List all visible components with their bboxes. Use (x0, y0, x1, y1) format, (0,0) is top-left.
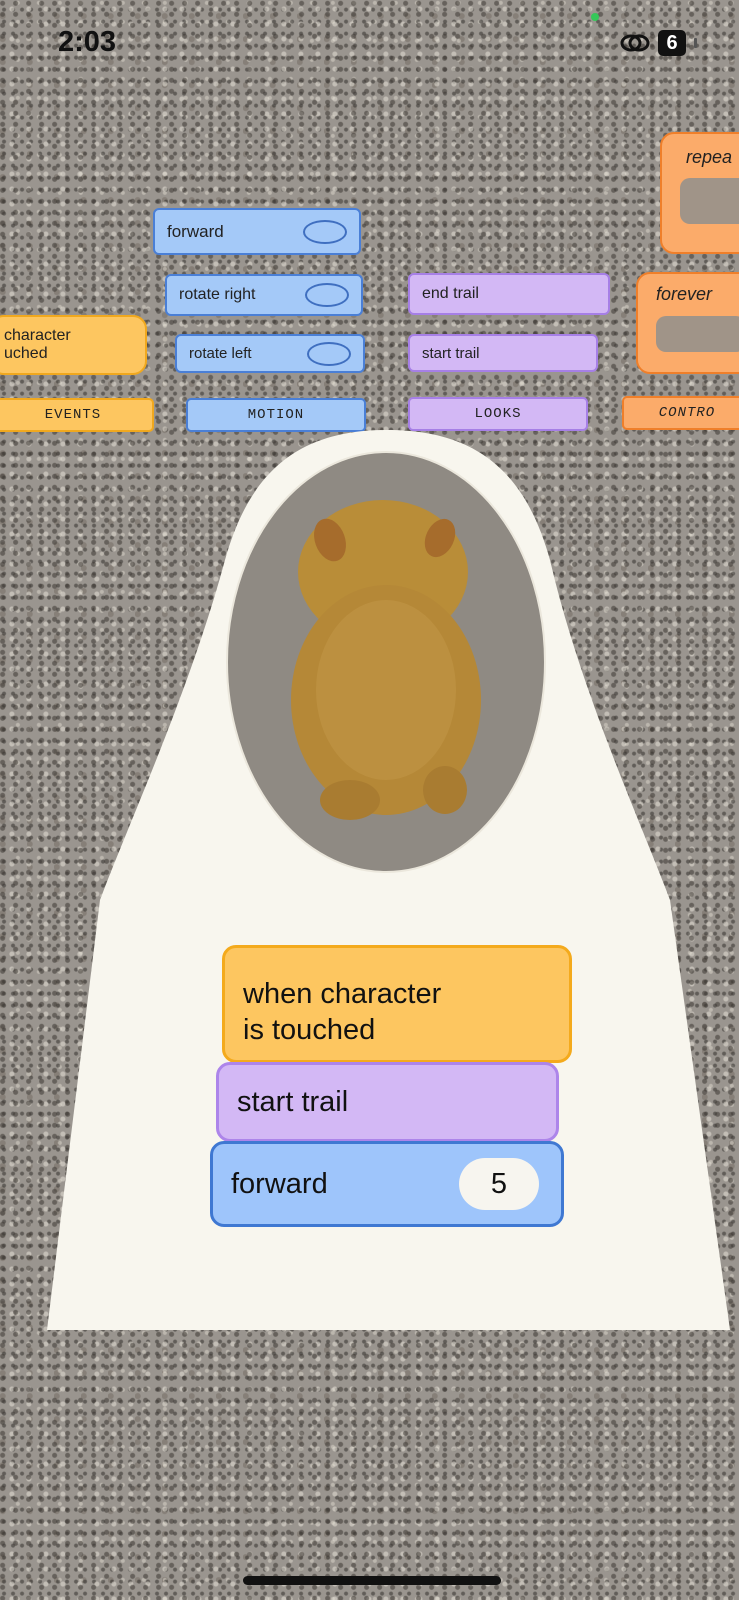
stage-panel (47, 430, 730, 1330)
trigger-line2: is touched (243, 1014, 376, 1046)
forward-block[interactable]: forward 5 (210, 1141, 564, 1227)
hamster-character[interactable] (291, 500, 481, 820)
start-trail-block[interactable]: start trail (216, 1062, 559, 1142)
trigger-line1: when character (243, 978, 442, 1010)
when-character-touched-block[interactable]: when character is touched (222, 945, 572, 1063)
home-indicator[interactable] (243, 1576, 501, 1585)
start-trail-label: start trail (237, 1085, 349, 1118)
forward-label: forward (231, 1167, 328, 1200)
forward-value-input[interactable]: 5 (459, 1158, 539, 1210)
